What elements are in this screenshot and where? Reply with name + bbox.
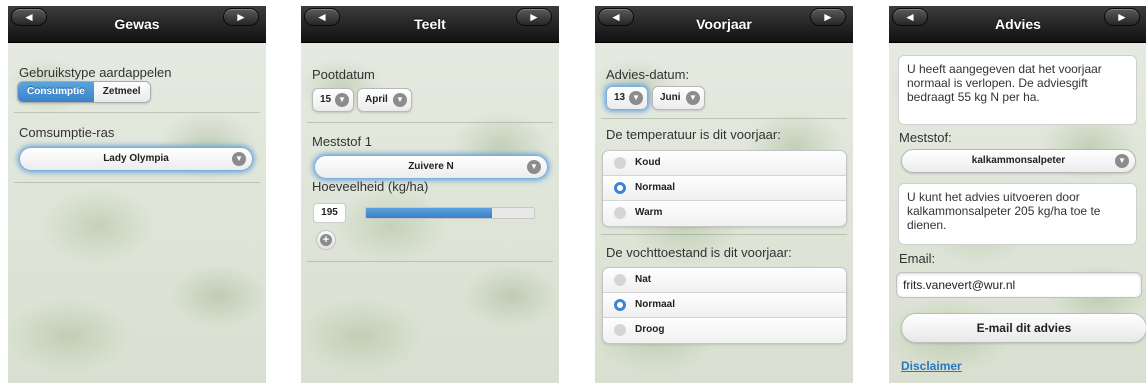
forward-arrow-icon[interactable]: ► <box>810 8 846 26</box>
divider <box>14 182 260 183</box>
temperature-option-normaal[interactable]: Normaal <box>603 176 846 201</box>
divider <box>601 234 847 235</box>
plant-day-value: 15 <box>320 94 332 105</box>
moisture-option-droog[interactable]: Droog <box>603 318 846 343</box>
radio-off-icon <box>614 274 626 286</box>
variety-select[interactable]: Lady Olympia ▼ <box>19 147 253 171</box>
chevron-down-icon: ▼ <box>527 160 541 174</box>
radio-label: Koud <box>635 157 661 168</box>
advice-month-value: Juni <box>660 92 681 103</box>
temperature-option-warm[interactable]: Warm <box>603 201 846 226</box>
forward-arrow-icon[interactable]: ► <box>1104 8 1140 26</box>
plant-date-label: Pootdatum <box>312 67 375 82</box>
temperature-label: De temperatuur is dit voorjaar: <box>606 127 781 142</box>
email-input[interactable]: frits.vanevert@wur.nl <box>896 272 1142 298</box>
header: ◄ Voorjaar ► <box>595 6 853 43</box>
summary-text: U heeft aangegeven dat het voorjaar norm… <box>898 55 1137 125</box>
radio-label: Droog <box>635 324 665 335</box>
usage-label: Gebruikstype aardappelen <box>19 65 172 80</box>
page-title: Voorjaar <box>696 16 752 32</box>
amount-label: Hoeveelheid (kg/ha) <box>312 179 429 194</box>
chevron-down-icon: ▼ <box>1115 154 1129 168</box>
radio-off-icon <box>614 157 626 169</box>
temperature-radio-group: Koud Normaal Warm <box>602 150 847 227</box>
usage-option-zetmeel[interactable]: Zetmeel <box>93 82 150 102</box>
moisture-option-nat[interactable]: Nat <box>603 268 846 293</box>
chevron-down-icon: ▼ <box>335 93 349 107</box>
screen-advies: ◄ Advies ► U heeft aangegeven dat het vo… <box>889 6 1146 383</box>
variety-value: Lady Olympia <box>103 153 169 164</box>
forward-arrow-icon[interactable]: ► <box>516 8 552 26</box>
chevron-down-icon: ▼ <box>393 93 407 107</box>
divider <box>307 261 553 262</box>
fertilizer-select[interactable]: Zuivere N ▼ <box>314 155 548 179</box>
back-arrow-icon[interactable]: ◄ <box>598 8 634 26</box>
header: ◄ Teelt ► <box>301 6 559 43</box>
fertilizer-select[interactable]: kalkammonsalpeter ▼ <box>901 149 1136 173</box>
radio-off-icon <box>614 324 626 336</box>
radio-on-icon <box>614 299 626 311</box>
chevron-down-icon: ▼ <box>686 91 700 105</box>
usage-segmented-control: Consumptie Zetmeel <box>17 81 151 103</box>
divider <box>601 118 847 119</box>
radio-label: Warm <box>635 207 663 218</box>
add-button[interactable]: + <box>316 230 336 250</box>
radio-label: Normaal <box>635 182 676 193</box>
fertilizer-label: Meststof 1 <box>312 134 372 149</box>
screen-voorjaar: ◄ Voorjaar ► Advies-datum: 13 ▼ Juni ▼ D… <box>595 6 853 383</box>
variety-label: Comsumptie-ras <box>19 125 115 140</box>
moisture-option-normaal[interactable]: Normaal <box>603 293 846 318</box>
amount-slider[interactable] <box>365 207 535 219</box>
advice-text: U kunt het advies uitvoeren door kalkamm… <box>898 183 1137 245</box>
plant-month-value: April <box>365 94 388 105</box>
back-arrow-icon[interactable]: ◄ <box>11 8 47 26</box>
screen-gewas: ◄ Gewas ► Gebruikstype aardappelen Consu… <box>8 6 266 383</box>
email-advice-button[interactable]: E-mail dit advies <box>901 313 1146 343</box>
screen-teelt: ◄ Teelt ► Pootdatum 15 ▼ April ▼ Meststo… <box>301 6 559 383</box>
fertilizer-value: Zuivere N <box>408 161 454 172</box>
moisture-radio-group: Nat Normaal Droog <box>602 267 847 344</box>
plus-icon: + <box>320 234 332 246</box>
advice-day-value: 13 <box>614 92 626 103</box>
divider <box>14 112 260 113</box>
back-arrow-icon[interactable]: ◄ <box>304 8 340 26</box>
plant-day-select[interactable]: 15 ▼ <box>312 88 354 112</box>
radio-label: Nat <box>635 274 652 285</box>
page-title: Gewas <box>114 16 160 32</box>
radio-off-icon <box>614 207 626 219</box>
moisture-label: De vochttoestand is dit voorjaar: <box>606 245 792 260</box>
amount-slider-fill <box>366 208 492 218</box>
back-arrow-icon[interactable]: ◄ <box>892 8 928 26</box>
amount-value[interactable]: 195 <box>313 203 346 223</box>
advice-date-label: Advies-datum: <box>606 67 690 82</box>
chevron-down-icon: ▼ <box>232 152 246 166</box>
radio-label: Normaal <box>635 299 676 310</box>
header: ◄ Advies ► <box>889 6 1146 43</box>
divider <box>307 122 553 123</box>
radio-on-icon <box>614 182 626 194</box>
advice-day-select[interactable]: 13 ▼ <box>606 86 648 110</box>
disclaimer-link[interactable]: Disclaimer <box>901 359 962 373</box>
page-title: Advies <box>995 16 1041 32</box>
header: ◄ Gewas ► <box>8 6 266 43</box>
email-label: Email: <box>899 251 936 266</box>
fertilizer-label: Meststof: <box>899 130 952 145</box>
forward-arrow-icon[interactable]: ► <box>223 8 259 26</box>
advice-month-select[interactable]: Juni ▼ <box>652 86 705 110</box>
plant-month-select[interactable]: April ▼ <box>357 88 412 112</box>
fertilizer-value: kalkammonsalpeter <box>971 155 1066 166</box>
page-title: Teelt <box>414 16 446 32</box>
chevron-down-icon: ▼ <box>629 91 643 105</box>
temperature-option-koud[interactable]: Koud <box>603 151 846 176</box>
usage-option-consumptie[interactable]: Consumptie <box>18 82 94 102</box>
